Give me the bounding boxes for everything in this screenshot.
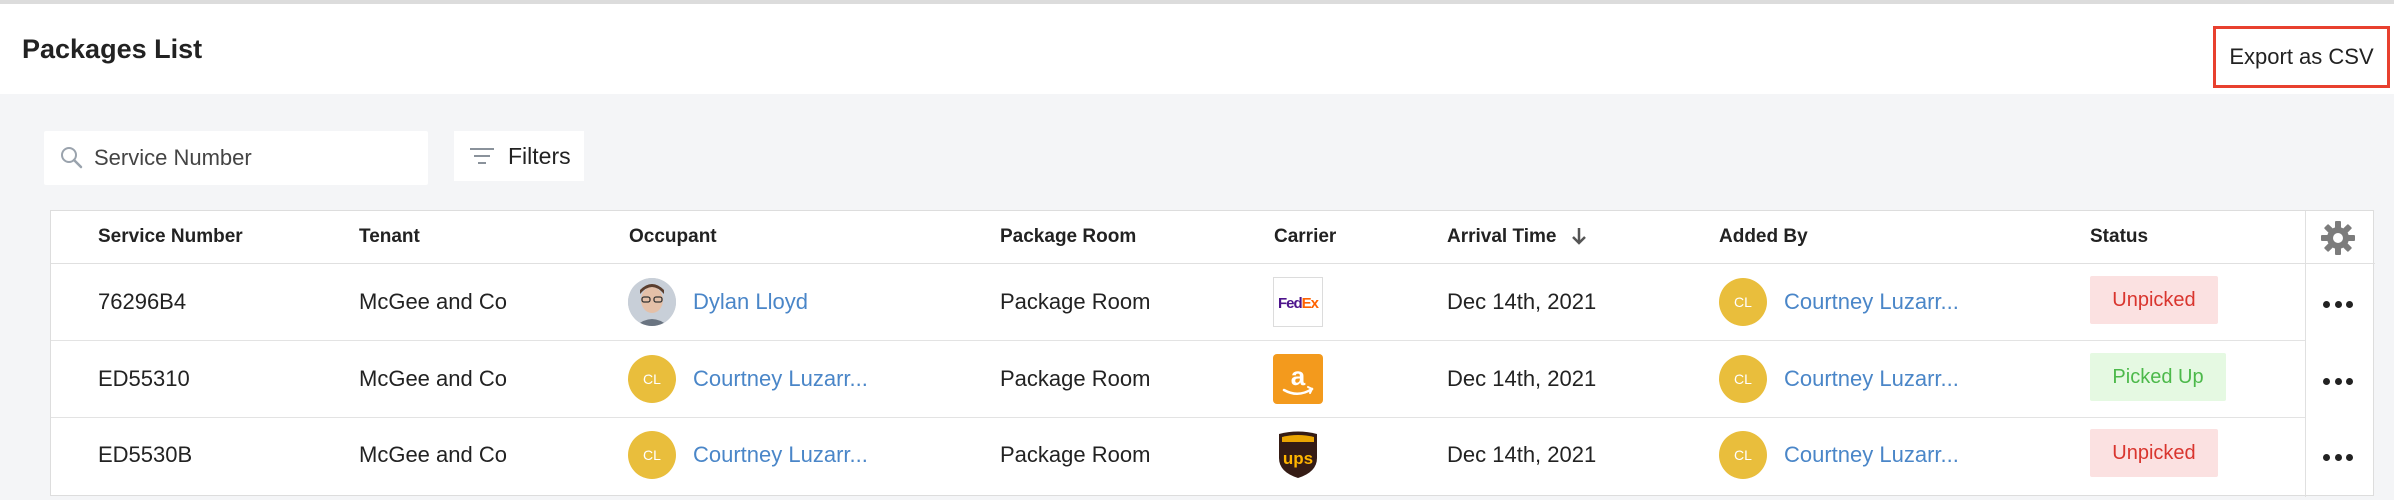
- tenant-cell: McGee and Co: [359, 366, 507, 391]
- column-header-added-by[interactable]: Added By: [1719, 226, 1808, 248]
- occupant-avatar: [628, 278, 676, 326]
- person-photo-icon: [628, 278, 676, 326]
- search-box[interactable]: [44, 131, 428, 185]
- column-header-status[interactable]: Status: [2090, 226, 2148, 248]
- row-more-actions-icon[interactable]: [2323, 378, 2353, 386]
- status-badge: Unpicked: [2090, 429, 2218, 477]
- search-icon: [61, 147, 83, 169]
- package-room-cell: Package Room: [1000, 442, 1151, 467]
- packages-table: Service Number Tenant Occupant Package R…: [50, 210, 2375, 497]
- ups-logo-icon: ups: [1279, 431, 1317, 478]
- arrival-time-cell: Dec 14th, 2021: [1447, 366, 1597, 391]
- occupant-avatar: CL: [628, 355, 676, 403]
- row-more-actions-icon[interactable]: [2323, 454, 2353, 462]
- table-row[interactable]: ED5530B McGee and Co CL Courtney Luzarr.…: [51, 418, 2375, 495]
- filter-icon: [470, 148, 494, 164]
- column-header-service-number[interactable]: Service Number: [98, 226, 243, 248]
- filters-label: Filters: [508, 143, 571, 169]
- occupant-name-link[interactable]: Courtney Luzarr...: [693, 442, 868, 468]
- package-room-cell: Package Room: [1000, 289, 1151, 314]
- page-header: Packages List Export as CSV: [0, 4, 2394, 94]
- service-number-cell: ED55310: [98, 366, 190, 391]
- status-badge: Unpicked: [2090, 276, 2218, 324]
- occupant-name-link[interactable]: Courtney Luzarr...: [693, 366, 868, 392]
- occupant-name-link[interactable]: Dylan Lloyd: [693, 289, 808, 315]
- sort-descending-icon[interactable]: [1570, 226, 1588, 246]
- column-header-package-room[interactable]: Package Room: [1000, 226, 1136, 248]
- fedex-logo-icon: FedEx: [1273, 277, 1323, 327]
- tenant-cell: McGee and Co: [359, 289, 507, 314]
- column-header-tenant[interactable]: Tenant: [359, 226, 420, 248]
- occupant-avatar: CL: [628, 431, 676, 479]
- added-by-name-link[interactable]: Courtney Luzarr...: [1784, 442, 1959, 468]
- filters-button[interactable]: Filters: [454, 131, 584, 181]
- page-title: Packages List: [22, 34, 203, 64]
- gear-icon[interactable]: [2319, 219, 2357, 257]
- svg-text:a: a: [1291, 361, 1306, 391]
- svg-text:FedEx: FedEx: [1278, 295, 1320, 312]
- tenant-cell: McGee and Co: [359, 442, 507, 467]
- arrival-time-cell: Dec 14th, 2021: [1447, 289, 1597, 314]
- package-room-cell: Package Room: [1000, 366, 1151, 391]
- column-header-occupant[interactable]: Occupant: [629, 226, 717, 248]
- table-row[interactable]: ED55310 McGee and Co CL Courtney Luzarr.…: [51, 341, 2375, 418]
- table-row[interactable]: 76296B4 McGee and Co Dylan Lloyd Package…: [51, 264, 2375, 341]
- row-more-actions-icon[interactable]: [2323, 301, 2353, 309]
- added-by-avatar: CL: [1719, 355, 1767, 403]
- service-number-cell: 76296B4: [98, 289, 187, 314]
- search-input[interactable]: [94, 139, 414, 177]
- arrival-time-cell: Dec 14th, 2021: [1447, 442, 1597, 467]
- column-header-carrier[interactable]: Carrier: [1274, 226, 1336, 248]
- added-by-avatar: CL: [1719, 431, 1767, 479]
- added-by-avatar: CL: [1719, 278, 1767, 326]
- column-header-arrival-time[interactable]: Arrival Time: [1447, 226, 1588, 248]
- svg-text:ups: ups: [1283, 449, 1313, 468]
- amazon-logo-icon: a: [1273, 354, 1323, 404]
- column-header-arrival-time-label: Arrival Time: [1447, 226, 1557, 247]
- service-number-cell: ED5530B: [98, 442, 193, 467]
- export-csv-button[interactable]: Export as CSV: [2213, 26, 2390, 88]
- status-badge: Picked Up: [2090, 353, 2226, 401]
- added-by-name-link[interactable]: Courtney Luzarr...: [1784, 289, 1959, 315]
- added-by-name-link[interactable]: Courtney Luzarr...: [1784, 366, 1959, 392]
